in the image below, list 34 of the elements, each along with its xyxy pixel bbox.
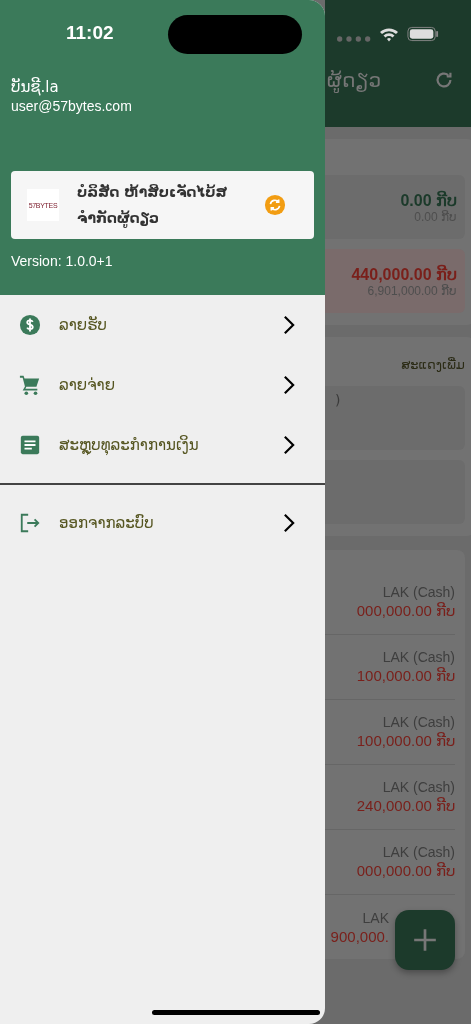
signal-icon (335, 35, 371, 43)
chevron-right-icon (283, 315, 295, 335)
menu-item[interactable]: ລາຍຮັບ (0, 295, 325, 355)
amount-text: 000,000.00 ກີບ (356, 602, 455, 620)
status-time: 11:02 (66, 22, 114, 44)
dollar-icon (19, 314, 41, 336)
account-text: ) (335, 392, 341, 408)
battery-icon (407, 26, 439, 42)
amount-text: 440,000.00 ກີບ (351, 264, 457, 284)
chevron-right-icon (283, 375, 295, 395)
menu-item[interactable]: ລາຍຈ່າຍ (0, 355, 325, 415)
amount-text: 0.00 ກີບ (400, 190, 457, 210)
version-text: Version: 1.0.0+1 (11, 253, 114, 269)
user-email: user@57bytes.com (11, 98, 133, 114)
amount-text: 240,000.00 ກີບ (356, 797, 455, 815)
show-more-link[interactable]: ສະແດງເພີ່ມ (401, 357, 465, 372)
cart-icon (19, 374, 41, 396)
document-icon (19, 434, 41, 456)
amount-text: 100,000.00 ກີບ (356, 732, 455, 750)
wifi-icon (379, 26, 399, 42)
page-title: ຜູ້ດຽວ (327, 68, 382, 92)
amount-text: 100,000.00 ກີບ (356, 667, 455, 685)
chevron-right-icon (283, 435, 295, 455)
sync-icon[interactable] (264, 194, 286, 216)
amount-text: 000,000.00 ກີບ (356, 862, 455, 880)
chevron-right-icon (283, 513, 295, 533)
app-name: ບັນຊີ.la (11, 78, 60, 96)
logout-icon (19, 512, 41, 534)
company-name: ບໍລິສັດ ຫ້າສິບເຈັດໄບ້ສ ຈຳກັດຜູ້ດຽວ (77, 183, 229, 230)
plus-icon (412, 927, 438, 953)
amount-text: 900,000. (330, 927, 389, 945)
menu-item[interactable]: ສະຫຼຸບທຸລະກຳການເງິນ (0, 415, 325, 475)
add-button[interactable] (395, 910, 455, 970)
menu-item[interactable]: ອອກຈາກລະບົບ (0, 493, 325, 553)
